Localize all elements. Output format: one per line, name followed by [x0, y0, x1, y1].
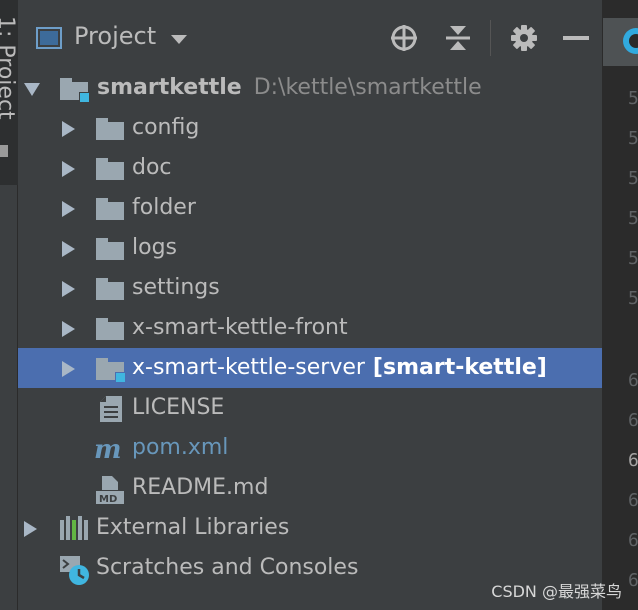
folder-icon — [96, 318, 124, 340]
module-name: x-smart-kettle-server — [132, 355, 365, 380]
folder-label: config — [132, 115, 200, 140]
file-label: LICENSE — [132, 395, 225, 420]
project-view-icon — [36, 27, 62, 49]
project-tool-tab-label-wrap: 1: Project — [0, 16, 20, 136]
svg-text:MD: MD — [99, 494, 117, 504]
module-folder-icon — [96, 358, 126, 383]
tree-folder-row[interactable]: folder — [18, 188, 602, 228]
header-separator — [490, 20, 491, 56]
tree-root-label: smartkettle D:\kettle\smartkettle — [97, 75, 482, 100]
folder-label: folder — [132, 195, 196, 220]
tree-folder-row[interactable]: settings — [18, 268, 602, 308]
line-number: 6 — [628, 370, 638, 391]
line-number: 6 — [628, 490, 638, 511]
gear-icon[interactable] — [508, 22, 540, 54]
folder-icon — [96, 118, 124, 140]
tree-module-row-selected[interactable]: x-smart-kettle-server [smart-kettle] — [18, 348, 602, 388]
tree-folder-row[interactable]: config — [18, 108, 602, 148]
svg-text:m: m — [94, 436, 122, 462]
module-folder-icon — [60, 78, 90, 103]
tree-external-libraries-row[interactable]: External Libraries — [18, 508, 602, 548]
file-label: pom.xml — [132, 435, 229, 460]
project-view-selector[interactable]: Project — [74, 22, 156, 50]
expand-arrow-icon[interactable] — [62, 321, 75, 337]
project-tool-tab-label: 1: Project — [0, 16, 18, 120]
folder-icon — [96, 238, 124, 260]
library-icon — [60, 516, 88, 542]
file-label: README.md — [132, 475, 269, 500]
expand-arrow-icon[interactable] — [62, 361, 75, 377]
expand-arrow-icon[interactable] — [62, 241, 75, 257]
maven-icon: m — [94, 435, 126, 465]
minimize-icon[interactable] — [560, 22, 592, 54]
tree-folder-row[interactable]: logs — [18, 228, 602, 268]
folder-label: doc — [132, 155, 172, 180]
external-libraries-label: External Libraries — [96, 515, 290, 540]
line-number: 6 — [628, 530, 638, 551]
line-number: 6 — [628, 570, 638, 591]
line-number-current: 6 — [628, 450, 638, 471]
line-number: 5 — [628, 208, 638, 229]
scratches-icon — [60, 556, 90, 585]
expand-arrow-icon[interactable] — [24, 83, 40, 96]
line-number: 6 — [628, 410, 638, 431]
tree-folder-row[interactable]: x-smart-kettle-front — [18, 308, 602, 348]
collapse-all-icon[interactable] — [442, 22, 474, 54]
expand-arrow-icon[interactable] — [62, 201, 75, 217]
line-number: 5 — [628, 288, 638, 309]
tree-root-row[interactable]: smartkettle D:\kettle\smartkettle — [18, 68, 602, 108]
project-tool-tab[interactable]: 1: Project — [0, 0, 18, 185]
tree-file-row[interactable]: m pom.xml — [18, 428, 602, 468]
root-name: smartkettle — [97, 75, 242, 100]
scratches-label: Scratches and Consoles — [96, 555, 359, 580]
expand-arrow-icon[interactable] — [62, 281, 75, 297]
watermark: CSDN @最强菜鸟 — [491, 582, 622, 601]
project-panel-header: Project — [18, 0, 602, 78]
folder-label: logs — [132, 235, 177, 260]
module-label: x-smart-kettle-server [smart-kettle] — [132, 355, 547, 380]
caret-down-icon[interactable] — [171, 35, 187, 44]
folder-icon — [96, 278, 124, 300]
editor-tab[interactable] — [602, 18, 638, 66]
tree-file-row[interactable]: MD README.md — [18, 468, 602, 508]
expand-arrow-icon[interactable] — [62, 161, 75, 177]
text-file-icon — [100, 396, 122, 422]
expand-arrow-icon[interactable] — [62, 121, 75, 137]
root-path: D:\kettle\smartkettle — [253, 75, 482, 100]
locate-icon[interactable] — [388, 22, 420, 54]
tool-window-strip: 1: Project — [0, 0, 18, 610]
module-tag: [smart-kettle] — [372, 355, 547, 380]
line-number: 5 — [628, 128, 638, 149]
folder-icon — [96, 198, 124, 220]
markdown-file-icon: MD — [96, 476, 124, 505]
class-file-icon — [623, 28, 638, 54]
folder-icon — [96, 158, 124, 180]
tree-folder-row[interactable]: doc — [18, 148, 602, 188]
line-number: 5 — [628, 88, 638, 109]
line-number: 5 — [628, 248, 638, 269]
folder-label: x-smart-kettle-front — [132, 315, 348, 340]
tree-file-row[interactable]: LICENSE — [18, 388, 602, 428]
tool-strip-marker — [0, 145, 8, 157]
expand-arrow-icon[interactable] — [24, 521, 37, 537]
line-number: 5 — [628, 168, 638, 189]
folder-label: settings — [132, 275, 220, 300]
